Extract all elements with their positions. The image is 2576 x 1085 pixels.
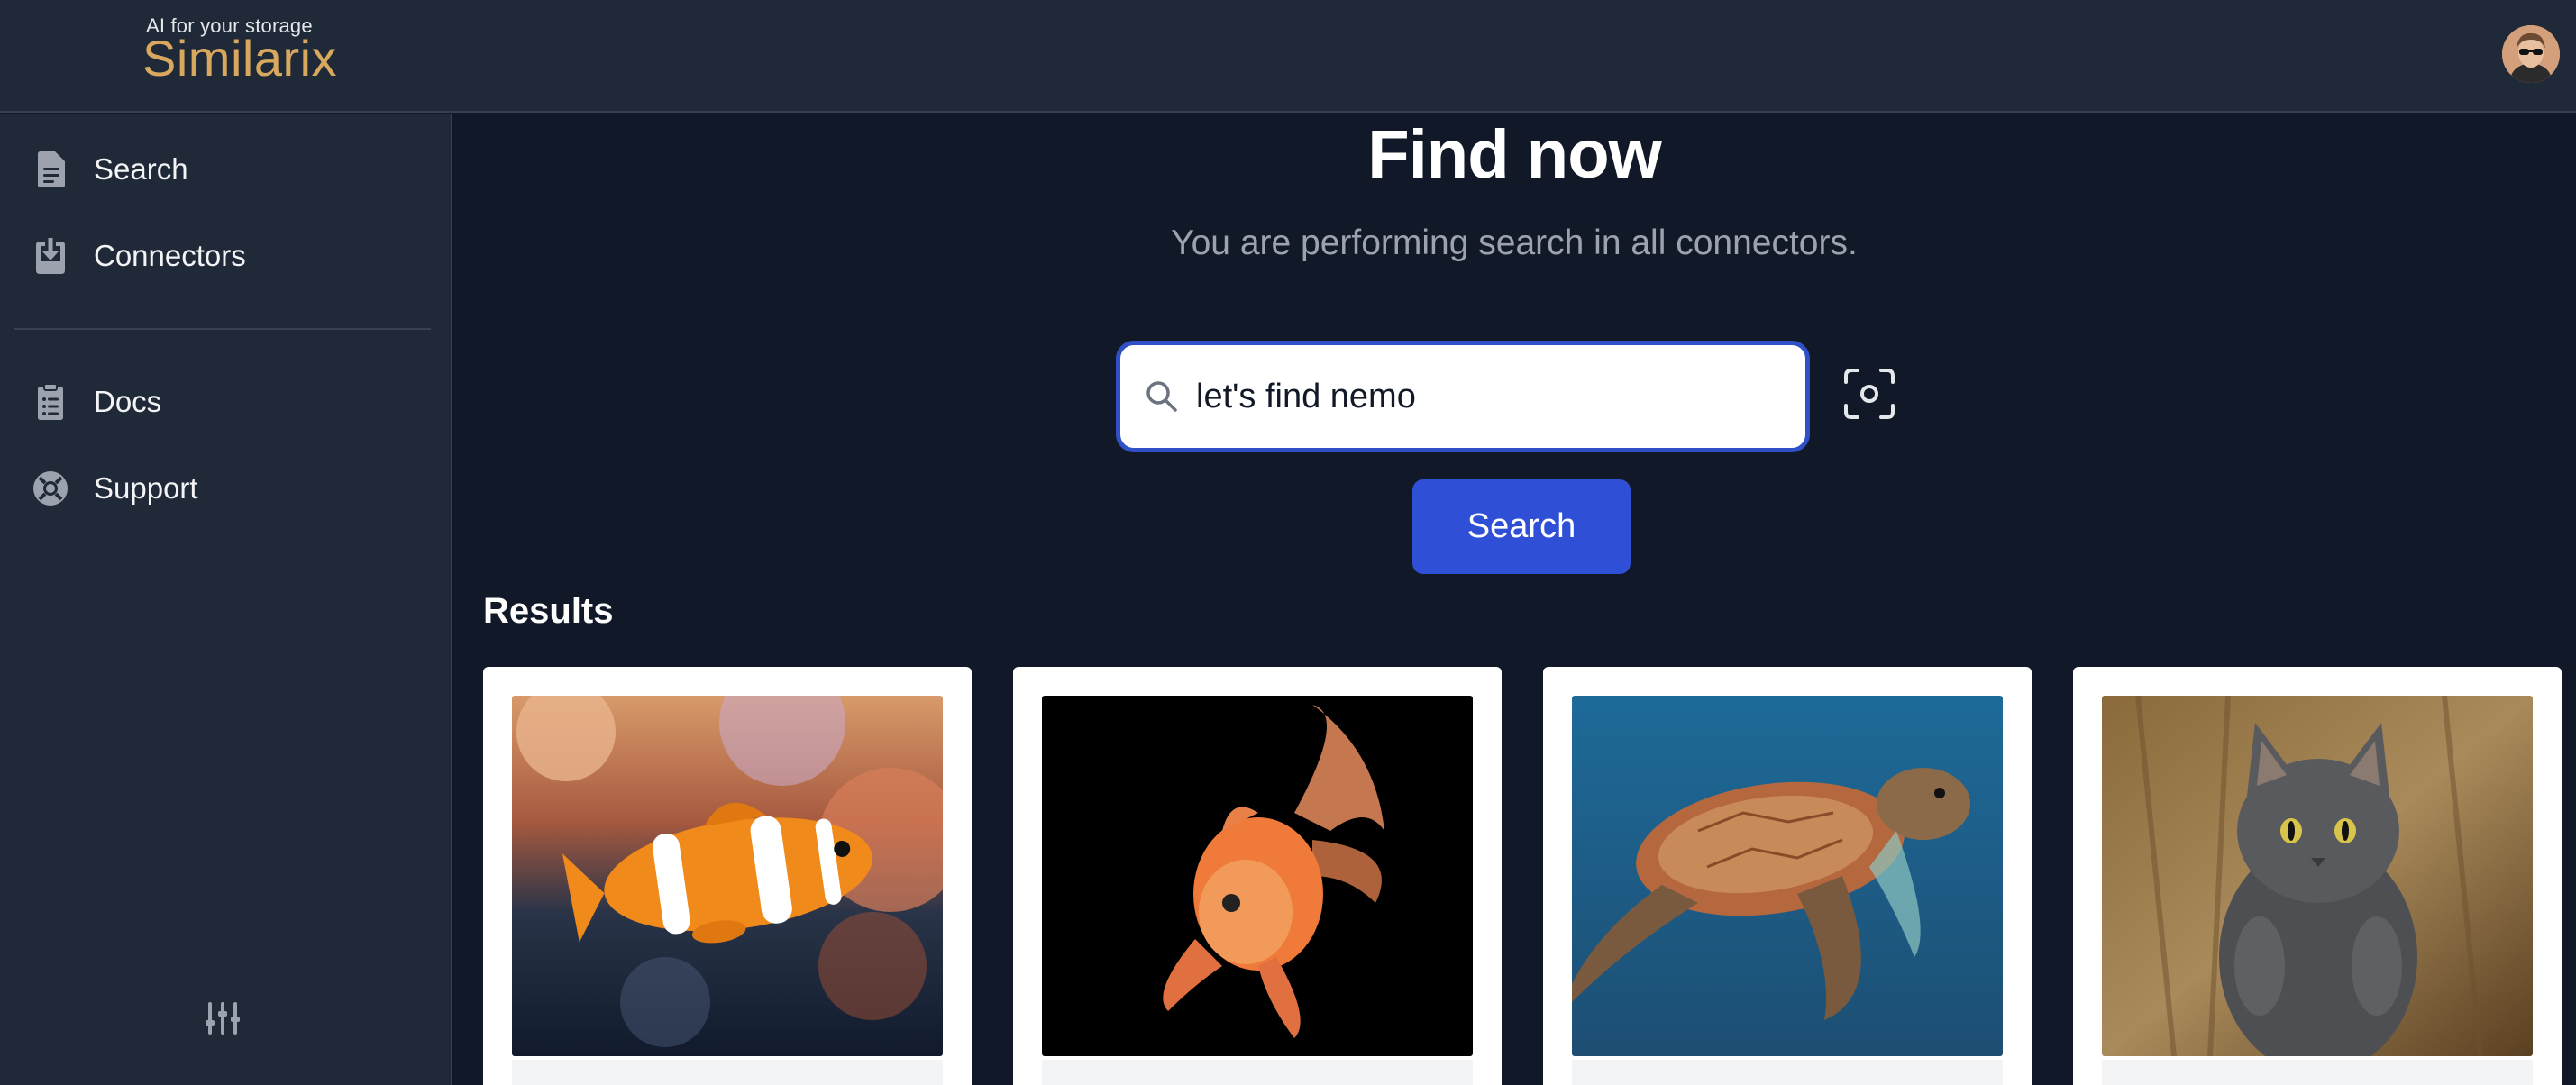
card-footer [1572,1060,2003,1085]
result-card[interactable] [483,667,972,1085]
search-input[interactable] [1196,377,1791,416]
goldfish-photo[interactable] [1042,696,1473,1056]
logo-name: Similarix [142,30,338,87]
card-footer [512,1060,943,1085]
camera-scan-icon [1843,368,1895,424]
results-heading: Results [483,591,614,631]
user-avatar[interactable] [2502,25,2560,83]
sea-turtle-photo[interactable] [1572,696,2003,1056]
sidebar-item-docs[interactable]: Docs [32,375,429,429]
search-field[interactable] [1116,341,1810,452]
sidebar-item-label: Search [94,152,188,186]
document-icon [32,151,69,187]
sidebar-item-support[interactable]: Support [32,461,429,515]
result-card[interactable] [2073,667,2562,1085]
sidebar-item-label: Support [94,471,198,505]
settings-sliders-button[interactable] [200,998,245,1043]
lifebuoy-icon [32,470,69,506]
download-tray-icon [32,238,69,274]
page-subtitle: You are performing search in all connect… [1171,223,1858,262]
sidebar-item-label: Docs [94,385,162,418]
gray-cat-photo[interactable] [2102,696,2533,1056]
card-footer [2102,1060,2533,1085]
card-footer [1042,1060,1473,1085]
clownfish-photo[interactable] [512,696,943,1056]
result-card[interactable] [1013,667,1502,1085]
top-header: AI for your storage Similarix [0,0,2576,113]
search-button[interactable]: Search [1412,479,1631,574]
sidebar-divider [14,328,431,330]
sidebar-item-search[interactable]: Search [32,142,429,196]
image-search-button[interactable] [1842,368,1896,424]
sidebar: Search Connectors Docs Support [0,114,452,1085]
search-icon [1142,377,1182,416]
result-card[interactable] [1543,667,2032,1085]
sidebar-item-label: Connectors [94,239,246,272]
sidebar-item-connectors[interactable]: Connectors [32,229,429,283]
clipboard-icon [32,384,69,420]
page-title: Find now [1367,116,1661,193]
sliders-icon [205,1000,241,1041]
